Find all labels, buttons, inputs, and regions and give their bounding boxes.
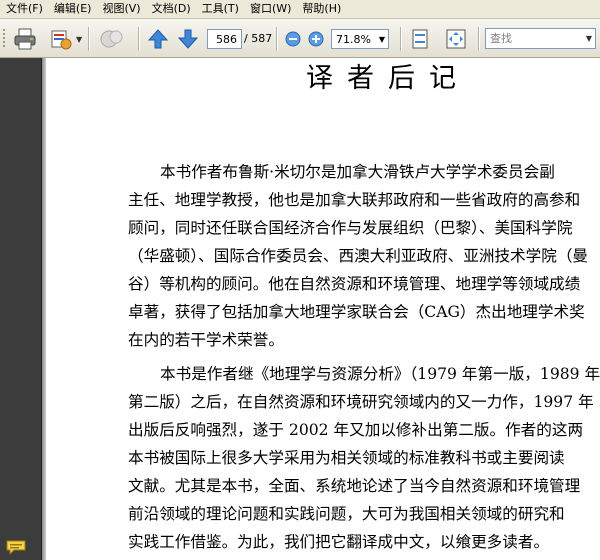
comments-button[interactable] [4,538,28,556]
zoom-in-button[interactable] [307,30,325,48]
email-icon [51,30,72,50]
next-page-icon [177,29,199,49]
text-line: 本书是作者继《地理学与资源分析》（1979 年第一版，1989 年 [160,365,600,383]
prev-page-icon [147,29,169,49]
document-title: 译者后记 [306,63,470,94]
next-page-button[interactable] [176,27,200,51]
email-dropdown-icon[interactable]: ▼ [76,35,82,44]
text-line: 实践工作借鉴。为此，我们把它翻译成中文，以飨更多读者。 [128,533,550,551]
zoom-level-value: 71.8% [336,33,371,46]
text-line: 本书被国际上很多大学采用为相关领域的标准教科书或主要阅读 [128,449,565,467]
menu-document[interactable]: 文档(D) [146,0,196,18]
page-number-input[interactable]: 586 [207,29,242,49]
menu-window[interactable]: 窗口(W) [244,0,296,18]
print-button[interactable] [12,26,38,52]
fit-width-icon [412,29,428,49]
text-line: 主任、地理学教授，他也是加拿大联邦政府和一些省政府的高参和 [128,191,581,209]
email-button[interactable] [48,26,74,52]
navigation-panel [0,58,42,560]
menu-tools[interactable]: 工具(T) [196,0,244,18]
text-line: 顾问，同时还任联合国经济合作与发展组织（巴黎）、美国科学院 [128,219,573,237]
page-total: / 587 [244,32,273,45]
page-shadow [42,58,46,560]
text-line: 在内的若干学术荣誉。 [128,331,284,349]
zoom-in-icon [308,31,324,47]
zoom-out-icon [285,31,301,47]
text-line: 文献。尤其是本书，全面、系统地论述了当今自然资源和环境管理 [128,477,581,495]
search-dropdown-icon[interactable]: ▼ [586,29,592,49]
toolbar: ▼ 586 / 587 71.8% ▼ 查找 ▼ [0,19,600,58]
toolbar-grip-icon [2,27,6,51]
text-line: 出版后反响强烈，遂于 2002 年又加以修补出第二版。作者的这两 [128,421,584,439]
fit-page-button[interactable] [444,27,468,51]
collaborate-icon [100,30,123,48]
zoom-level-select[interactable]: 71.8% ▼ [331,29,389,49]
zoom-dropdown-icon[interactable]: ▼ [379,30,385,50]
menu-file[interactable]: 文件(F) [0,0,48,18]
text-line: （华盛顿）、国际合作委员会、西澳大利亚政府、亚洲技术学院（曼 [128,247,589,265]
prev-page-button[interactable] [146,27,170,51]
menu-bar: 文件(F) 编辑(E) 视图(V) 文档(D) 工具(T) 窗口(W) 帮助(H… [0,0,600,19]
fit-page-icon [446,29,466,49]
menu-edit[interactable]: 编辑(E) [48,0,97,18]
text-line: 本书作者布鲁斯·米切尔是加拿大滑铁卢大学学术委员会副 [160,163,555,181]
menu-help[interactable]: 帮助(H) [296,0,346,18]
print-icon [14,28,36,50]
comment-icon [6,540,26,555]
document-page: 译者后记 本书作者布鲁斯·米切尔是加拿大滑铁卢大学学术委员会副 主任、地理学教授… [42,58,600,560]
search-placeholder: 查找 [490,32,512,45]
search-input[interactable]: 查找 ▼ [485,28,596,49]
menu-view[interactable]: 视图(V) [96,0,145,18]
text-line: 前沿领域的理论问题和实践问题，大可为我国相关领域的研究和 [128,505,565,523]
fit-width-button[interactable] [408,27,432,51]
text-line: 谷）等机构的顾问。他在自然资源和环境管理、地理学等领域成绩 [128,275,581,293]
collaborate-button[interactable] [98,26,126,52]
zoom-out-button[interactable] [284,30,302,48]
text-line: 第二版）之后，在自然资源和环境研究领域内的又一力作，1997 年 [128,393,594,411]
text-line: 卓著，获得了包括加拿大地理学家联合会（CAG）杰出地理学术奖 [128,303,585,321]
